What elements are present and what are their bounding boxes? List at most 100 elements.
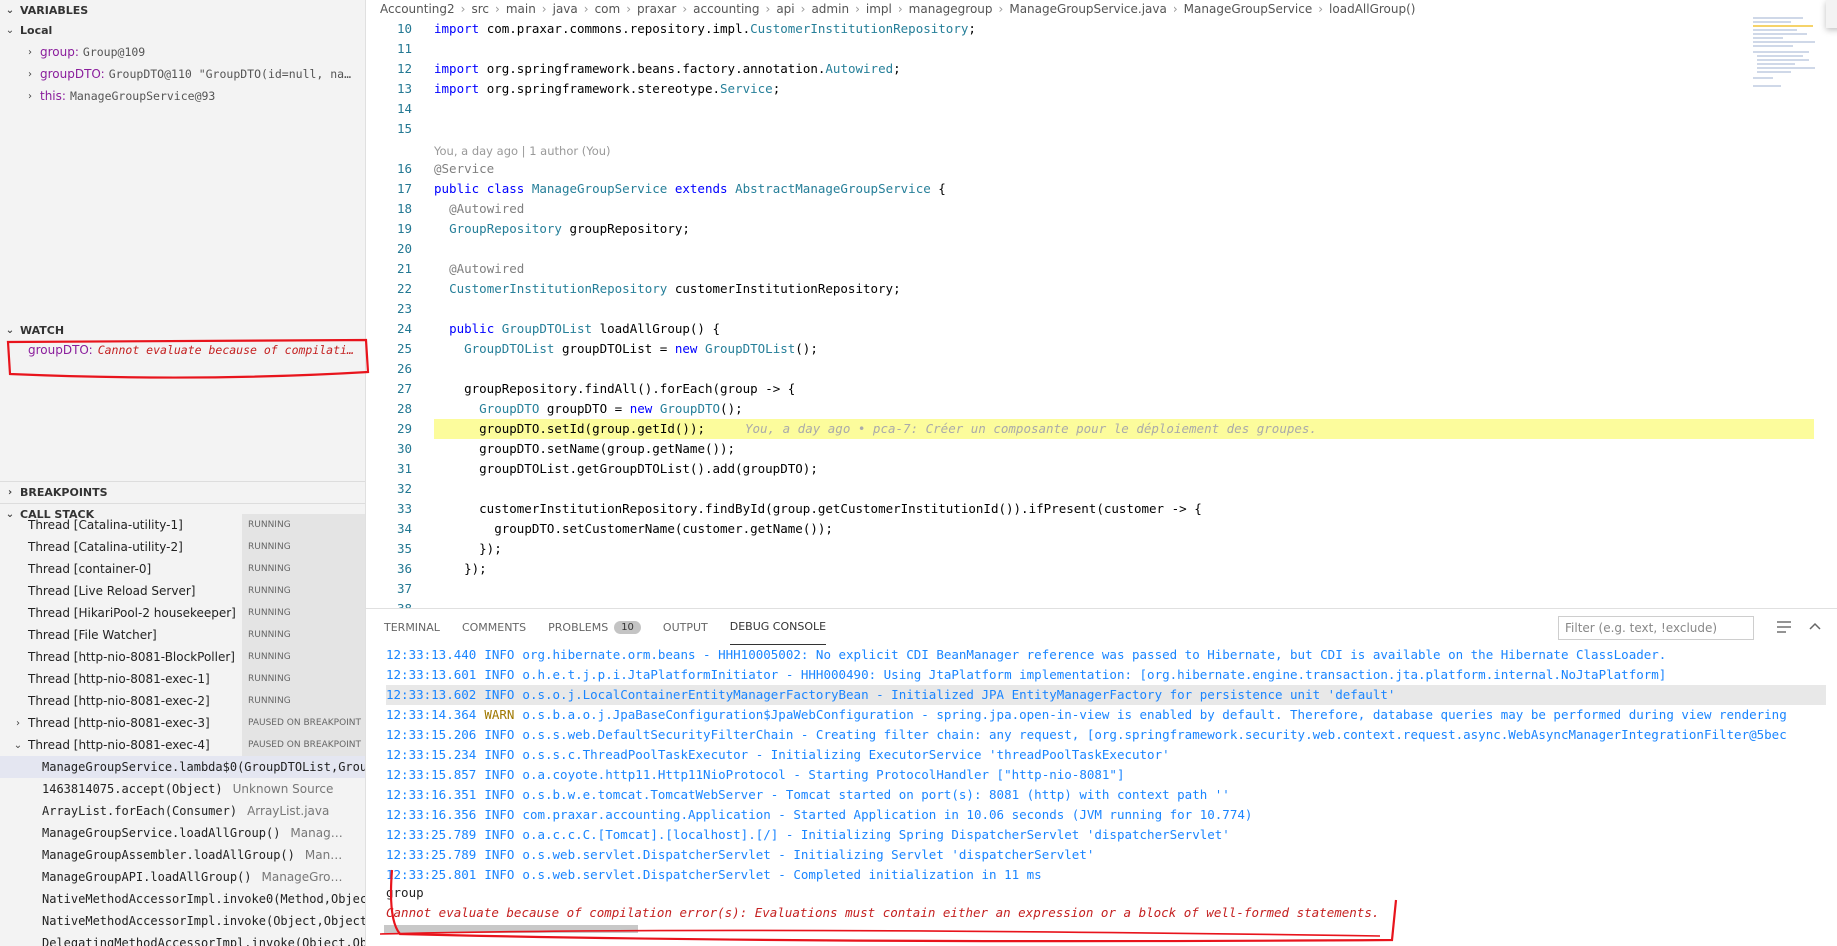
code-line[interactable]: GroupDTOList groupDTOList = new GroupDTO… — [434, 339, 1814, 359]
breadcrumb-item[interactable]: ManageGroupService.java — [1009, 2, 1167, 16]
code-line[interactable] — [434, 579, 1814, 599]
stack-frame[interactable]: 1463814075.accept(Object) Unknown Source — [0, 778, 365, 800]
code-line[interactable]: customerInstitutionRepository.findById(g… — [434, 499, 1814, 519]
console-log-line[interactable]: 12:33:15.857 INFO o.a.coyote.http11.Http11… — [386, 765, 1826, 785]
breadcrumb-item[interactable]: ManageGroupService — [1184, 2, 1313, 16]
call-stack-thread[interactable]: Thread [http-nio-8081-BlockPoller] RUNNIN… — [0, 646, 365, 668]
console-log-line[interactable]: 12:33:13.601 INFO o.h.e.t.j.p.i.JtaPlatfor… — [386, 665, 1826, 685]
console-scrollbar[interactable] — [384, 925, 638, 933]
code-line[interactable]: public GroupDTOList loadAllGroup() { — [434, 319, 1814, 339]
line-number[interactable]: 31 — [366, 459, 422, 479]
console-log-line[interactable]: 12:33:14.364 WARN o.s.b.a.o.j.JpaBaseConfi… — [386, 705, 1826, 725]
line-number[interactable]: 14 — [366, 99, 422, 119]
line-number[interactable]: 27 — [366, 379, 422, 399]
code-line[interactable]: @Autowired — [434, 199, 1814, 219]
code-line[interactable]: CustomerInstitutionRepository customerIn… — [434, 279, 1814, 299]
code-line[interactable]: GroupDTO groupDTO = new GroupDTO(); — [434, 399, 1814, 419]
line-number[interactable]: 26 — [366, 359, 422, 379]
line-number[interactable]: 37 — [366, 579, 422, 599]
breadcrumb-item[interactable]: managegroup — [909, 2, 993, 16]
stack-frame[interactable]: ManageGroupService.lambda$0(GroupDTOList… — [0, 756, 365, 778]
line-number[interactable]: 13 — [366, 79, 422, 99]
filter-input[interactable]: Filter (e.g. text, !exclude) — [1558, 616, 1754, 640]
breadcrumb-item[interactable]: loadAllGroup() — [1329, 2, 1415, 16]
code-line[interactable]: groupRepository.findAll().forEach(group … — [434, 379, 1814, 399]
breadcrumb-item[interactable]: Accounting2 — [380, 2, 455, 16]
code-lines[interactable]: import com.praxar.commons.repository.imp… — [434, 19, 1814, 608]
code-line[interactable]: @Service — [434, 159, 1814, 179]
code-line[interactable]: import org.springframework.stereotype.Se… — [434, 79, 1814, 99]
console-log-line[interactable]: 12:33:16.356 INFO com.praxar.accounting.Ap… — [386, 805, 1826, 825]
code-line[interactable] — [434, 599, 1814, 608]
line-number[interactable]: 19 — [366, 219, 422, 239]
stack-frame[interactable]: ManageGroupAPI.loadAllGroup() ManageGro… — [0, 866, 365, 888]
console-log-line[interactable]: 12:33:13.602 INFO o.s.o.j.LocalContainerEn… — [386, 685, 1826, 705]
variables-section-header[interactable]: ⌄ VARIABLES — [0, 0, 88, 20]
line-number[interactable]: 16 — [366, 159, 422, 179]
watch-section-header[interactable]: ⌄ WATCH — [0, 320, 365, 340]
console-log-line[interactable]: 12:33:13.440 INFO org.hibernate.orm.beans … — [386, 645, 1826, 665]
watch-item[interactable]: groupDTO: Cannot evaluate because of com… — [28, 339, 362, 361]
call-stack-thread[interactable]: Thread [HikariPool-2 housekeeper] RUNNING — [0, 602, 365, 624]
breadcrumb-item[interactable]: java — [553, 2, 578, 16]
code-line[interactable]: import org.springframework.beans.factory… — [434, 59, 1814, 79]
breadcrumb-item[interactable]: api — [776, 2, 794, 16]
line-number[interactable]: 23 — [366, 299, 422, 319]
line-number[interactable]: 22 — [366, 279, 422, 299]
code-line[interactable] — [434, 299, 1814, 319]
stack-frame[interactable]: ManageGroupAssembler.loadAllGroup() Man… — [0, 844, 365, 866]
tab-terminal[interactable]: TERMINAL — [384, 609, 440, 645]
code-line[interactable]: }); — [434, 559, 1814, 579]
call-stack-thread[interactable]: Thread [File Watcher] RUNNING — [0, 624, 365, 646]
console-log-line[interactable]: 12:33:16.351 INFO o.s.b.w.e.tomcat.TomcatW… — [386, 785, 1826, 805]
code-line[interactable] — [434, 119, 1814, 139]
line-number[interactable]: 15 — [366, 119, 422, 139]
line-number[interactable]: 11 — [366, 39, 422, 59]
line-number[interactable]: 10 — [366, 19, 422, 39]
code-line[interactable]: }); — [434, 539, 1814, 559]
code-line[interactable]: groupDTO.setId(group.getId()); You, a day… — [434, 419, 1814, 439]
breadcrumb-item[interactable]: accounting — [693, 2, 759, 16]
call-stack-thread[interactable]: Thread [http-nio-8081-exec-2] RUNNING — [0, 690, 365, 712]
breadcrumb-item[interactable]: src — [471, 2, 489, 16]
code-line[interactable]: @Autowired — [434, 259, 1814, 279]
code-editor[interactable]: Accounting2 › src › main › java › com › praxar › acc… — [366, 0, 1837, 608]
variable-item[interactable]: › group: Group@109 — [24, 41, 364, 63]
stack-frame[interactable]: NativeMethodAccessorImpl.invoke0(Method,… — [0, 888, 365, 910]
collapse-panel-icon[interactable] — [1808, 619, 1822, 636]
console-log-line[interactable]: 12:33:15.206 INFO o.s.s.web.DefaultSecurit… — [386, 725, 1826, 745]
line-number[interactable]: 34 — [366, 519, 422, 539]
call-stack-thread[interactable]: Thread [Live Reload Server] RUNNING — [0, 580, 365, 602]
variable-item[interactable]: › this: ManageGroupService@93 — [24, 85, 364, 107]
line-number[interactable]: 36 — [366, 559, 422, 579]
breakpoints-section-header[interactable]: › BREAKPOINTS — [0, 481, 365, 503]
stack-frame[interactable]: NativeMethodAccessorImpl.invoke(Object,O… — [0, 910, 365, 932]
call-stack-thread[interactable]: › Thread [http-nio-8081-exec-3] PAUSED ON … — [0, 712, 365, 734]
console-log-line[interactable]: 12:33:25.801 INFO o.s.web.servlet.Dispatch… — [386, 865, 1826, 885]
tab-debug-console[interactable]: DEBUG CONSOLE — [729, 609, 827, 645]
stack-frame[interactable]: ArrayList.forEach(Consumer) ArrayList.jav… — [0, 800, 365, 822]
call-stack-thread[interactable]: Thread [http-nio-8081-exec-1] RUNNING — [0, 668, 365, 690]
line-number[interactable]: 18 — [366, 199, 422, 219]
local-scope[interactable]: ⌄ Local — [4, 19, 52, 41]
line-number[interactable]: 33 — [366, 499, 422, 519]
line-number[interactable]: 28 — [366, 399, 422, 419]
variable-item[interactable]: › groupDTO: GroupDTO@110 "GroupDTO(id=nu… — [24, 63, 364, 85]
line-number[interactable]: 20 — [366, 239, 422, 259]
code-line[interactable] — [434, 239, 1814, 259]
code-line[interactable]: groupDTO.setCustomerName(customer.getNam… — [434, 519, 1814, 539]
breadcrumb-item[interactable]: admin — [811, 2, 849, 16]
breadcrumb-item[interactable]: impl — [866, 2, 892, 16]
code-line[interactable] — [434, 99, 1814, 119]
line-number[interactable]: 21 — [366, 259, 422, 279]
breadcrumb-item[interactable]: praxar — [637, 2, 676, 16]
breadcrumb-item[interactable]: main — [506, 2, 536, 16]
breadcrumb-item[interactable]: com — [595, 2, 621, 16]
tab-output[interactable]: OUTPUT — [663, 609, 708, 645]
code-line[interactable]: GroupRepository groupRepository; — [434, 219, 1814, 239]
console-log-line[interactable]: 12:33:25.789 INFO o.s.web.servlet.Dispatch… — [386, 845, 1826, 865]
line-number[interactable]: 38 — [366, 599, 422, 608]
console-log-line[interactable]: 12:33:15.234 INFO o.s.s.c.ThreadPoolTaskEx… — [386, 745, 1826, 765]
call-stack-thread[interactable]: Thread [Catalina-utility-2] RUNNING — [0, 536, 365, 558]
line-number[interactable]: 32 — [366, 479, 422, 499]
